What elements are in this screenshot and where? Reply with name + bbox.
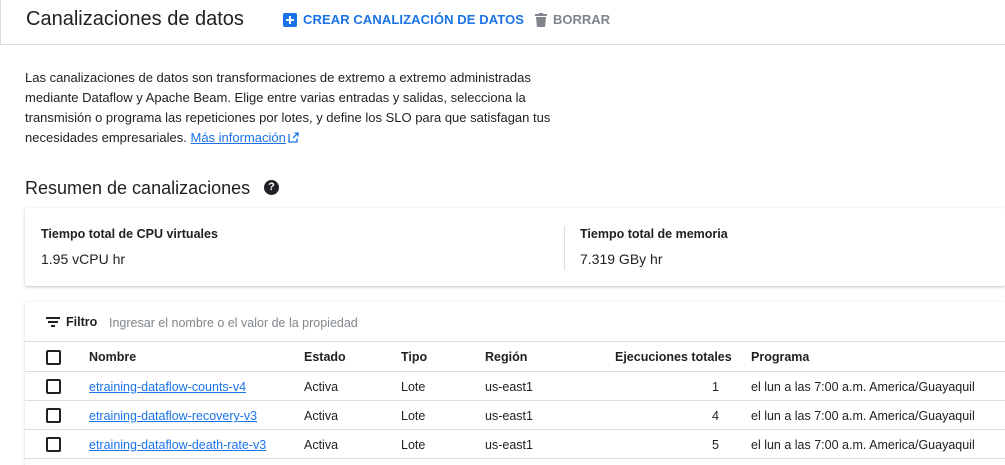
pipeline-name-link[interactable]: etraining-dataflow-death-rate-v3 xyxy=(89,438,266,452)
select-all-checkbox[interactable] xyxy=(46,350,61,365)
filter-input[interactable] xyxy=(109,313,609,333)
pipeline-schedule: el lun a las 7:00 a.m. America/Guayaquil xyxy=(751,409,975,423)
column-header-region[interactable]: Región xyxy=(485,350,527,364)
pipelines-description: Las canalizaciones de datos son transfor… xyxy=(25,68,555,148)
create-pipeline-button[interactable]: CREAR CANALIZACIÓN DE DATOS xyxy=(283,12,524,27)
pipeline-status: Activa xyxy=(304,380,339,394)
column-header-status[interactable]: Estado xyxy=(304,350,346,364)
table-header-row: Nombre Estado Tipo Región Ejecuciones to… xyxy=(25,342,1005,372)
column-header-type[interactable]: Tipo xyxy=(401,350,427,364)
column-header-runs[interactable]: Ejecuciones totales xyxy=(615,350,732,364)
filter-label: Filtro xyxy=(66,315,98,329)
filter-bar: Filtro xyxy=(25,302,1005,342)
column-header-name[interactable]: Nombre xyxy=(89,350,136,364)
page-title: Canalizaciones de datos xyxy=(26,8,244,30)
metric-memory-label: Tiempo total de memoria xyxy=(580,227,728,241)
row-checkbox[interactable] xyxy=(46,437,61,452)
learn-more-link[interactable]: Más información xyxy=(191,130,286,145)
metric-memory-value: 7.319 GBy hr xyxy=(580,251,663,267)
filter-list-icon xyxy=(46,317,60,327)
pipeline-type: Lote xyxy=(401,380,426,394)
table-row: etraining-dataflow-recovery-v3 Activa Lo… xyxy=(25,401,1005,430)
pipeline-status: Activa xyxy=(304,409,339,423)
help-circle-icon[interactable]: ? xyxy=(264,180,279,195)
pipeline-name-link[interactable]: etraining-dataflow-recovery-v3 xyxy=(89,409,257,423)
pipeline-name-link[interactable]: etraining-dataflow-counts-v4 xyxy=(89,380,246,394)
pipelines-table: Filtro Nombre Estado Tipo Región Ejecuci… xyxy=(25,302,1005,465)
pipeline-runs: 4 xyxy=(712,409,719,423)
trash-icon xyxy=(535,12,547,27)
create-pipeline-label: CREAR CANALIZACIÓN DE DATOS xyxy=(303,12,525,27)
page-header: Canalizaciones de datos CREAR CANALIZACI… xyxy=(0,0,1005,45)
pipeline-type: Lote xyxy=(401,438,426,452)
metric-cpu-value: 1.95 vCPU hr xyxy=(41,251,126,267)
summary-metrics-card: Tiempo total de CPU virtuales 1.95 vCPU … xyxy=(25,208,1005,286)
table-row: etraining-dataflow-death-rate-v3 Activa … xyxy=(25,430,1005,459)
pipeline-schedule: el lun a las 7:00 a.m. America/Guayaquil xyxy=(751,438,975,452)
metric-divider xyxy=(564,226,565,270)
add-box-icon xyxy=(283,12,297,27)
table-row: etraining-dataflow-counts-v4 Activa Lote… xyxy=(25,372,1005,401)
delete-button[interactable]: BORRAR xyxy=(535,12,610,27)
pipeline-status: Activa xyxy=(304,438,339,452)
pipeline-runs: 5 xyxy=(712,438,719,452)
metric-cpu-label: Tiempo total de CPU virtuales xyxy=(41,227,218,241)
delete-label: BORRAR xyxy=(553,12,611,27)
row-checkbox[interactable] xyxy=(46,379,61,394)
pipeline-region: us-east1 xyxy=(485,380,533,394)
summary-title: Resumen de canalizaciones xyxy=(25,178,251,198)
pipeline-region: us-east1 xyxy=(485,409,533,423)
pipeline-runs: 1 xyxy=(712,380,719,394)
column-header-schedule[interactable]: Programa xyxy=(751,350,809,364)
row-checkbox[interactable] xyxy=(46,408,61,423)
pipeline-region: us-east1 xyxy=(485,438,533,452)
pipeline-type: Lote xyxy=(401,409,426,423)
pipeline-schedule: el lun a las 7:00 a.m. America/Guayaquil xyxy=(751,380,975,394)
open-in-new-icon xyxy=(288,132,299,143)
